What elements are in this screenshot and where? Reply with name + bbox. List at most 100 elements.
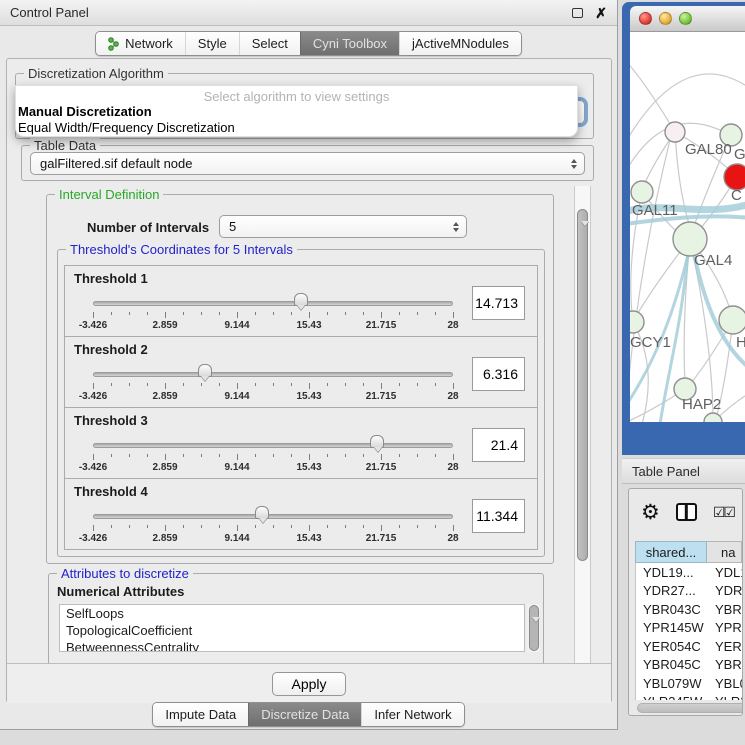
threshold-4-value-field[interactable]: 11.344	[472, 499, 525, 533]
tab-jactivemnodules[interactable]: jActiveMNodules	[399, 32, 521, 55]
threshold-3-slider[interactable]: -3.4262.8599.14415.4321.71528	[85, 432, 461, 476]
attribute-list-item[interactable]: BetweennessCentrality	[60, 639, 524, 652]
node-label: GAL4	[694, 252, 732, 269]
threshold-4-slider[interactable]: -3.4262.8599.14415.4321.71528	[85, 503, 461, 547]
popup-item-equal-width-frequency[interactable]: Equal Width/Frequency Discretization	[16, 120, 577, 136]
slider-tick	[219, 383, 220, 386]
slider-thumb[interactable]	[370, 435, 384, 448]
table-row[interactable]: YBL079WYBL0	[636, 674, 742, 693]
tab-style[interactable]: Style	[185, 32, 239, 55]
network-node[interactable]	[704, 413, 722, 422]
tab-select[interactable]: Select	[239, 32, 300, 55]
slider-tick	[147, 454, 148, 457]
network-node-h[interactable]	[719, 306, 745, 334]
threshold-3-value-field[interactable]: 21.4	[472, 428, 525, 462]
shared-name-cell: YBL079W	[636, 674, 708, 693]
shared-name-cell: YPR145W	[636, 619, 708, 638]
slider-tick	[165, 525, 166, 531]
column-header-name[interactable]: na	[707, 541, 742, 563]
threshold-2-panel: Threshold 2 -3.4262.8599.14415.4321.71528…	[64, 336, 538, 408]
slider-thumb[interactable]	[255, 506, 269, 519]
close-traffic-light-icon[interactable]	[639, 12, 652, 25]
table-row[interactable]: YBR045CYBR0	[636, 656, 742, 675]
threshold-label: Threshold 2	[74, 342, 148, 357]
select-columns-checkboxes-icon[interactable]: ☑☑	[713, 504, 734, 521]
slider-tick-label: 28	[447, 320, 458, 331]
threshold-label: Threshold 1	[74, 271, 148, 286]
panel-vertical-scrollbar[interactable]	[574, 186, 591, 663]
zoom-traffic-light-icon[interactable]	[679, 12, 692, 25]
bottom-tab-discretize-data[interactable]: Discretize Data	[248, 703, 361, 726]
number-of-intervals-select[interactable]: 5	[219, 215, 467, 238]
interval-definition-group: Interval Definition Number of Intervals …	[46, 194, 554, 564]
slider-tick	[255, 525, 256, 528]
table-header-row: shared... na	[635, 541, 742, 563]
slider-tick	[129, 383, 130, 386]
split-columns-icon[interactable]	[676, 503, 697, 521]
control-panel-window: Control Panel ✗ NetworkStyleSelectCyni T…	[0, 0, 618, 730]
network-node-gal11[interactable]	[631, 181, 653, 203]
network-edge[interactable]	[630, 57, 675, 132]
slider-thumb[interactable]	[294, 293, 308, 306]
attribute-list-item[interactable]: TopologicalCoefficient	[60, 622, 524, 639]
tab-label: Infer Network	[374, 707, 451, 722]
network-node-gal4[interactable]	[673, 222, 707, 256]
table-row[interactable]: YBR043CYBR0	[636, 600, 742, 619]
column-header-shared-name[interactable]: shared...	[635, 541, 707, 563]
float-window-icon[interactable]	[572, 8, 583, 18]
slider-track[interactable]	[93, 514, 453, 519]
slider-tick-label: 9.144	[224, 462, 249, 473]
slider-tick	[309, 383, 310, 389]
slider-tick-label: 2.859	[152, 391, 177, 402]
popup-item-manual-discretization[interactable]: Manual Discretization	[16, 104, 577, 120]
slider-tick	[201, 454, 202, 457]
slider-tick	[399, 454, 400, 457]
slider-tick	[273, 525, 274, 528]
table-horizontal-scrollbar[interactable]	[637, 703, 743, 713]
apply-button[interactable]: Apply	[272, 672, 345, 696]
network-node-gal80[interactable]	[665, 122, 685, 142]
threshold-2-slider[interactable]: -3.4262.8599.14415.4321.71528	[85, 361, 461, 405]
network-node-gcy1[interactable]	[630, 311, 644, 333]
scrollbar-thumb[interactable]	[577, 209, 588, 561]
attributes-list-scrollbar[interactable]	[527, 604, 540, 652]
tab-cyni-toolbox[interactable]: Cyni Toolbox	[300, 32, 399, 55]
network-window-titlebar[interactable]	[630, 6, 745, 32]
numerical-attributes-list[interactable]: SelfLoopsTopologicalCoefficientBetweenne…	[59, 604, 525, 652]
bottom-tab-impute-data[interactable]: Impute Data	[153, 703, 248, 726]
table-row[interactable]: YDR27...YDR2	[636, 582, 742, 601]
name-cell: YBL0	[708, 674, 742, 693]
threshold-1-slider[interactable]: -3.4262.8599.14415.4321.71528	[85, 290, 461, 334]
close-icon[interactable]: ✗	[595, 6, 607, 20]
group-title: Attributes to discretize	[57, 566, 193, 581]
slider-tick	[147, 525, 148, 528]
slider-track[interactable]	[93, 301, 453, 306]
tab-network[interactable]: Network	[96, 32, 185, 55]
slider-tick	[345, 383, 346, 386]
slider-track[interactable]	[93, 372, 453, 377]
bottom-tab-infer-network[interactable]: Infer Network	[361, 703, 463, 726]
slider-tick	[417, 312, 418, 315]
threshold-1-value-field[interactable]: 14.713	[472, 286, 525, 320]
slider-tick	[327, 454, 328, 457]
gear-icon[interactable]: ⚙	[641, 502, 660, 523]
slider-tick	[453, 383, 454, 389]
table-row[interactable]: YER054CYER0	[636, 637, 742, 656]
slider-tick	[453, 312, 454, 318]
table-data-select[interactable]: galFiltered.sif default node	[30, 152, 585, 175]
slider-tick	[237, 312, 238, 318]
attribute-list-item[interactable]: SelfLoops	[60, 605, 524, 622]
tab-label: Network	[125, 36, 173, 51]
threshold-2-value-field[interactable]: 6.316	[472, 357, 525, 391]
network-canvas[interactable]: GAL80GACGAL11GAL4GCY1HHAP2	[630, 32, 745, 422]
slider-track[interactable]	[93, 443, 453, 448]
slider-tick	[345, 312, 346, 315]
table-row[interactable]: YDL19...YDL1	[636, 563, 742, 582]
network-view-window: GAL80GACGAL11GAL4GCY1HHAP2	[622, 2, 745, 455]
table-row[interactable]: YPR145WYPR1	[636, 619, 742, 638]
minimize-traffic-light-icon[interactable]	[659, 12, 672, 25]
slider-tick	[381, 383, 382, 389]
table-row[interactable]: YLR345WYLR3	[636, 693, 742, 701]
slider-tick	[327, 383, 328, 386]
slider-thumb[interactable]	[198, 364, 212, 377]
